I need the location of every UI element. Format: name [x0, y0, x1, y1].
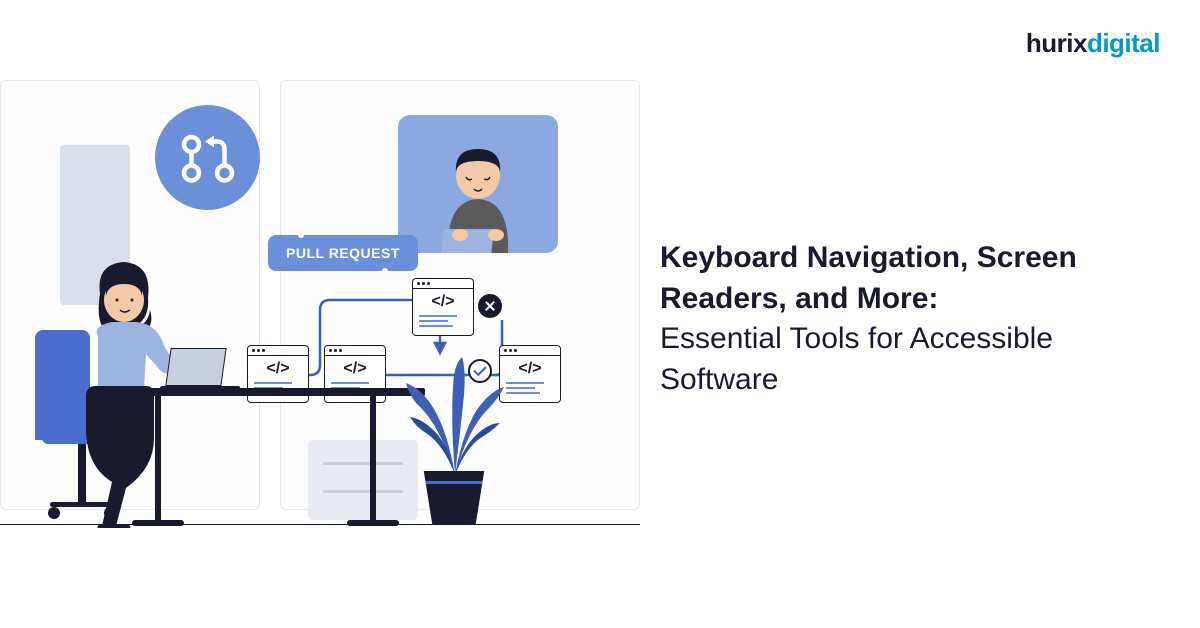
plant-leaves [400, 355, 510, 475]
git-pull-request-icon [155, 105, 260, 210]
hero-illustration: PULL REQUEST </> </> </> </> [0, 70, 640, 620]
laptop [160, 348, 240, 392]
headline: Keyboard Navigation, Screen Readers, and… [660, 238, 1150, 400]
avatar-person-icon [418, 133, 538, 253]
logo-part-2: digital [1087, 28, 1160, 58]
headline-bold: Keyboard Navigation, Screen Readers, and… [660, 238, 1150, 319]
logo-part-1: hurix [1026, 28, 1087, 58]
collaborator-avatar-card [398, 115, 558, 253]
developer-person [72, 258, 232, 528]
plant-pot [418, 471, 490, 525]
headline-regular: Essential Tools for Accessible Software [660, 319, 1150, 400]
chair-wheel [48, 507, 60, 519]
desk-foot [347, 520, 399, 526]
reject-icon [478, 294, 502, 318]
desk-leg [370, 396, 376, 524]
brand-logo: hurixdigital [1026, 28, 1160, 59]
code-window-3: </> [412, 278, 474, 336]
pull-request-badge: PULL REQUEST [268, 235, 418, 271]
